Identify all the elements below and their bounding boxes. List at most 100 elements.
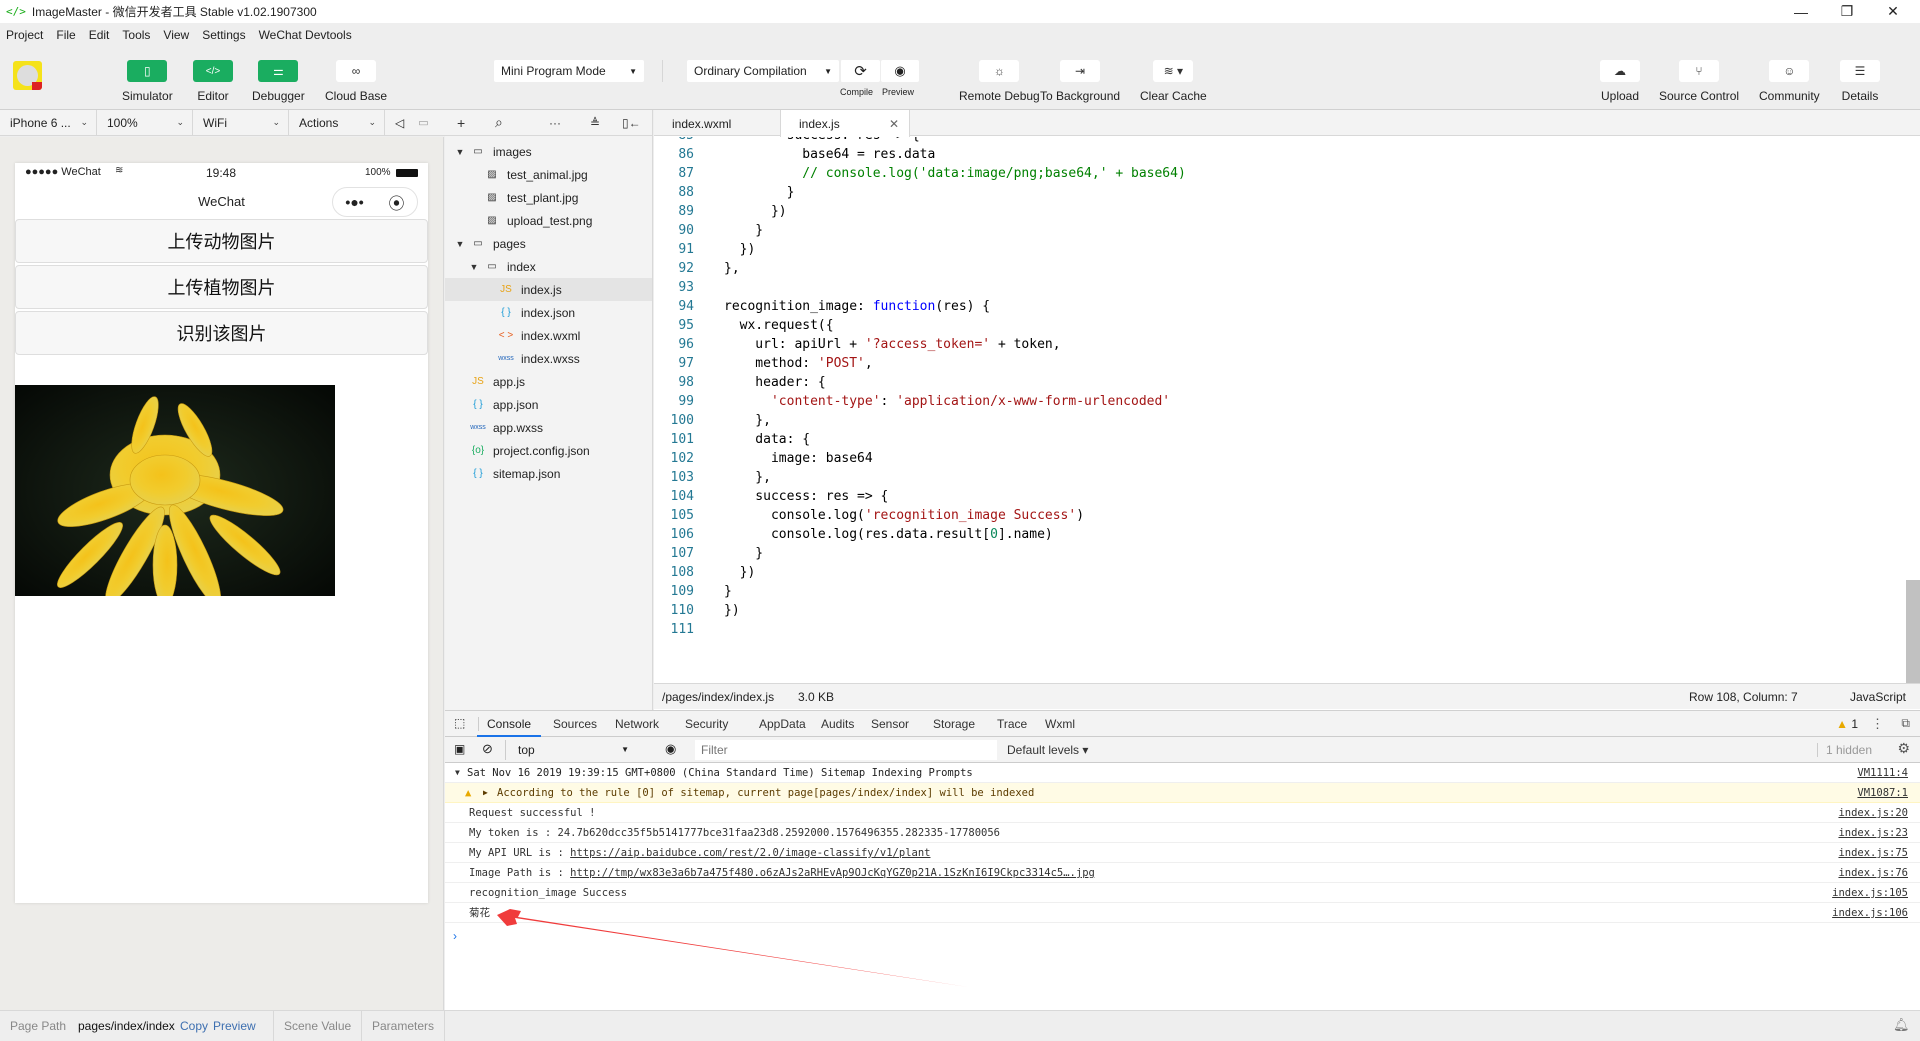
inspect-element-icon[interactable]: ⬚ <box>454 716 465 730</box>
collapse-all-icon[interactable]: ≜ <box>590 116 600 130</box>
group-expand-icon[interactable]: ▼ <box>455 763 460 783</box>
upload-plant-button[interactable]: 上传植物图片 <box>15 265 428 309</box>
collapse-panel-icon[interactable]: ▯← <box>622 116 641 130</box>
file-tree-item[interactable]: { } sitemap.json <box>445 462 652 485</box>
menu-settings[interactable]: Settings <box>202 28 245 42</box>
console-source-link[interactable]: index.js:20 <box>1838 803 1908 823</box>
console-source-link[interactable]: index.js:106 <box>1832 903 1908 923</box>
network-select[interactable]: WiFi ⌄ <box>193 109 289 136</box>
editor-scrollbar[interactable] <box>1906 580 1920 692</box>
clear-cache-button[interactable]: ≋ ▾ Clear Cache <box>1140 60 1207 103</box>
copy-path-link[interactable]: Copy <box>180 1019 208 1033</box>
undock-icon[interactable]: ⧉ <box>1901 716 1910 731</box>
menu-project[interactable]: Project <box>6 28 43 42</box>
file-tree-item[interactable]: ▼ ▭ images <box>445 140 652 163</box>
file-tree-item[interactable]: { } index.json <box>445 301 652 324</box>
menu-edit[interactable]: Edit <box>89 28 110 42</box>
menu-view[interactable]: View <box>163 28 189 42</box>
preview-button[interactable]: ◉ <box>881 60 919 82</box>
eye-icon[interactable]: ◉ <box>665 741 676 757</box>
recognize-image-button[interactable]: 识别该图片 <box>15 311 428 355</box>
devtools-tab-wxml[interactable]: Wxml <box>1045 711 1075 737</box>
file-tree-item[interactable]: < > index.wxml <box>445 324 652 347</box>
file-tree-item[interactable]: JS app.js <box>445 370 652 393</box>
log-levels-select[interactable]: Default levels ▾ <box>1007 743 1088 757</box>
source-control-button[interactable]: ⑂ Source Control <box>1659 60 1739 103</box>
upload-animal-button[interactable]: 上传动物图片 <box>15 219 428 263</box>
upload-button[interactable]: ☁ Upload <box>1600 60 1640 103</box>
menu-file[interactable]: File <box>56 28 75 42</box>
more-vert-icon[interactable]: ⋮ <box>1871 716 1884 732</box>
preview-link[interactable]: Preview <box>213 1019 256 1033</box>
console-prompt-icon[interactable]: › <box>453 929 457 943</box>
simulator-button[interactable]: ▯ Simulator <box>122 60 173 103</box>
gear-icon[interactable]: ⚙ <box>1897 740 1910 757</box>
remote-debug-button[interactable]: ☼ Remote Debug <box>959 60 1040 103</box>
zoom-select[interactable]: 100% ⌄ <box>97 109 193 136</box>
search-icon[interactable]: ⌕ <box>495 114 503 131</box>
community-button[interactable]: ☺ Community <box>1759 60 1820 103</box>
file-tree-item[interactable]: wxss app.wxss <box>445 416 652 439</box>
compilation-select[interactable]: Ordinary Compilation ▼ <box>687 60 839 82</box>
file-tree-item[interactable]: ▨ test_plant.jpg <box>445 186 652 209</box>
console-source-link[interactable]: index.js:105 <box>1832 883 1908 903</box>
restore-button[interactable]: ❐ <box>1824 0 1870 23</box>
mode-select[interactable]: Mini Program Mode ▼ <box>494 60 644 82</box>
expand-triangle-icon[interactable]: ▼ <box>453 239 467 249</box>
devtools-tab-sensor[interactable]: Sensor <box>871 711 909 737</box>
devtools-tab-console[interactable]: Console <box>477 711 542 737</box>
parameters-button[interactable]: Parameters <box>372 1019 434 1033</box>
tab-index-wxml[interactable]: index.wxml <box>654 110 779 137</box>
code-area[interactable]: 85 success: res => {86 base64 = res.data… <box>654 137 1920 677</box>
details-button[interactable]: ☰ Details <box>1840 60 1880 103</box>
popout-icon[interactable]: ▭ <box>418 116 428 129</box>
console-link[interactable]: https://aip.baidubce.com/rest/2.0/image-… <box>570 847 930 859</box>
close-window-button[interactable]: ✕ <box>1870 0 1916 23</box>
scene-value-button[interactable]: Scene Value <box>284 1019 351 1033</box>
user-avatar[interactable] <box>13 61 42 90</box>
notification-bell-icon[interactable]: 🔔︎ <box>1893 1017 1910 1033</box>
devtools-tab-network[interactable]: Network <box>615 711 659 737</box>
console-filter-input[interactable] <box>695 740 997 760</box>
console-source-link[interactable]: index.js:75 <box>1838 843 1908 863</box>
console-link[interactable]: http://tmp/wx83e3a6b7a475f480.o6zAJs2aRH… <box>570 867 1095 879</box>
devtools-tab-trace[interactable]: Trace <box>997 711 1027 737</box>
close-tab-icon[interactable]: ✕ <box>889 117 899 131</box>
file-tree-item[interactable]: { } app.json <box>445 393 652 416</box>
file-tree-item[interactable]: JS index.js <box>445 278 652 301</box>
mute-icon[interactable]: ◁ <box>395 116 404 130</box>
device-select[interactable]: iPhone 6 ... ⌄ <box>0 109 97 136</box>
capsule-menu[interactable]: •●• ⦿ <box>332 187 418 217</box>
file-tree-item[interactable]: {o} project.config.json <box>445 439 652 462</box>
more-options-icon[interactable]: ··· <box>549 116 561 130</box>
devtools-tab-sources[interactable]: Sources <box>553 711 597 737</box>
minimize-button[interactable]: — <box>1778 0 1824 23</box>
tab-index-js[interactable]: index.js ✕ <box>780 110 910 137</box>
expand-triangle-icon[interactable]: ▼ <box>453 147 467 157</box>
menu-wechat-devtools[interactable]: WeChat Devtools <box>259 28 352 42</box>
clear-console-icon[interactable]: ⊘ <box>482 741 493 757</box>
add-file-icon[interactable]: + <box>457 115 465 131</box>
console-source-link[interactable]: index.js:23 <box>1838 823 1908 843</box>
file-tree-item[interactable]: ▼ ▭ index <box>445 255 652 278</box>
devtools-tab-audits[interactable]: Audits <box>821 711 854 737</box>
file-tree-item[interactable]: ▨ test_animal.jpg <box>445 163 652 186</box>
console-source-link[interactable]: VM1111:4 <box>1857 763 1908 783</box>
close-miniprogram-icon[interactable]: ⦿ <box>389 190 405 214</box>
to-background-button[interactable]: ⇥ To Background <box>1040 60 1120 103</box>
devtools-tab-security[interactable]: Security <box>685 711 728 737</box>
sidebar-toggle-icon[interactable]: ▣ <box>454 742 465 756</box>
expand-triangle-icon[interactable]: ▶ <box>483 783 488 803</box>
console-source-link[interactable]: index.js:76 <box>1838 863 1908 883</box>
menu-tools[interactable]: Tools <box>122 28 150 42</box>
cloud-base-button[interactable]: ∞ Cloud Base <box>325 60 387 103</box>
more-dots-icon[interactable]: •●• <box>345 194 363 210</box>
warning-count[interactable]: ▲ 1 <box>1836 717 1858 731</box>
file-tree-item[interactable]: wxss index.wxss <box>445 347 652 370</box>
context-select[interactable]: top ▼ <box>505 740 635 760</box>
devtools-tab-appdata[interactable]: AppData <box>759 711 806 737</box>
devtools-tab-storage[interactable]: Storage <box>933 711 975 737</box>
debugger-button[interactable]: ⚌ Debugger <box>252 60 305 103</box>
console-source-link[interactable]: VM1087:1 <box>1857 783 1908 803</box>
editor-button[interactable]: </> Editor <box>193 60 233 103</box>
